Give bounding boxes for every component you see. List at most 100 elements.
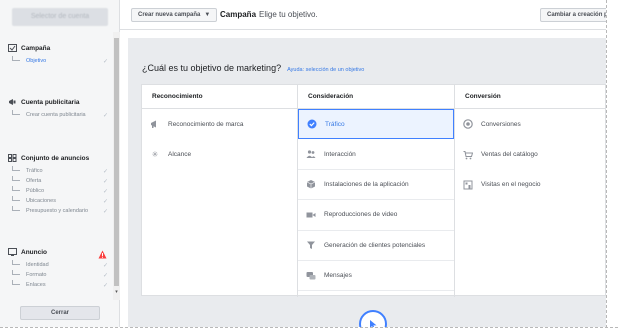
check-icon: ✓ (102, 189, 108, 195)
option-label: Reconocimiento de marca (168, 120, 244, 128)
column-header: Consideración (298, 85, 454, 109)
sidebar-item-label: Público (26, 188, 45, 194)
check-icon: ✓ (102, 209, 108, 215)
option-reach[interactable]: ✳ Alcance (142, 139, 297, 169)
close-button[interactable]: Cerrar (20, 306, 100, 320)
option-catalog-sales[interactable]: Ventas del catálogo (455, 139, 607, 169)
option-label: Reproducciones de video (324, 211, 398, 219)
sidebar-scrollbar[interactable]: ▾ (113, 32, 120, 300)
help-link[interactable]: Ayuda: selección de un objetivo (287, 67, 364, 73)
option-brand-awareness[interactable]: Reconocimiento de marca (142, 109, 297, 139)
option-lead-generation[interactable]: Generación de clientes potenciales (298, 231, 454, 261)
sidebar-item-create-ad-account[interactable]: Crear cuenta publicitaria ✓ (12, 110, 110, 120)
cart-icon (463, 150, 473, 160)
sidebar-section-title: Cuenta publicitaria (8, 96, 80, 108)
option-label: Conversiones (481, 120, 521, 128)
chat-icon (306, 271, 316, 281)
globe-icon (463, 119, 473, 129)
sidebar-item-label: Identidad (26, 262, 49, 268)
sidebar-item-label: Ubicaciones (26, 198, 56, 204)
sidebar-item-links[interactable]: Enlaces ✓ (12, 280, 110, 290)
video-icon (306, 210, 316, 220)
sidebar-item-placements[interactable]: Ubicaciones ✓ (12, 196, 110, 206)
warning-icon (98, 246, 107, 259)
sidebar-item-budget-schedule[interactable]: Presupuesto y calendario ✓ (12, 206, 110, 216)
sidebar-item-identity[interactable]: Identidad ✓ (12, 260, 110, 270)
tree-line (12, 196, 20, 201)
option-engagement[interactable]: Interacción (298, 139, 454, 170)
objective-question: ¿Cuál es tu objetivo de marketing? Ayuda… (142, 63, 364, 73)
sidebar-item-audience[interactable]: Público ✓ (12, 186, 110, 196)
sidebar-item-offer[interactable]: Oferta ✓ (12, 176, 110, 186)
snowflake-icon: ✳ (151, 150, 159, 160)
sidebar-item-label: Objetivo (26, 58, 47, 64)
check-icon: ✓ (102, 283, 108, 289)
column-conversion: Conversión Conversiones Ventas del catál… (455, 85, 607, 297)
tree-line (12, 270, 20, 275)
tree-line (12, 260, 20, 265)
option-label: Tráfico (325, 120, 345, 128)
objective-heading: ¿Cuál es tu objetivo de marketing? (142, 63, 282, 73)
sidebar-section-label: Anuncio (21, 248, 47, 256)
option-conversions[interactable]: Conversiones (455, 109, 607, 139)
check-icon: ✓ (102, 199, 108, 205)
page-title: Campaña Elige tu objetivo. (220, 10, 318, 19)
tree-line (12, 206, 20, 211)
column-header: Reconocimiento (142, 85, 297, 109)
megaphone-icon (8, 98, 17, 107)
box-icon (306, 179, 316, 189)
option-label: Ventas del catálogo (481, 151, 538, 159)
option-label: Interacción (324, 150, 356, 158)
torn-edge-right (606, 0, 618, 333)
create-campaign-label: Crear nueva campaña (138, 12, 201, 18)
option-traffic[interactable]: Tráfico (298, 109, 454, 140)
tree-line (12, 280, 20, 285)
grid-icon (8, 154, 17, 163)
tree-line (12, 176, 20, 181)
option-label: Mensajes (324, 272, 352, 280)
option-label: Alcance (168, 151, 192, 159)
objective-panel: ¿Cuál es tu objetivo de marketing? Ayuda… (128, 38, 607, 333)
column-header: Conversión (455, 85, 607, 109)
option-store-visits[interactable]: Visitas en el negocio (455, 170, 607, 200)
option-video-views[interactable]: Reproducciones de video (298, 200, 454, 231)
sidebar-item-label: Oferta (26, 178, 42, 184)
create-campaign-button[interactable]: Crear nueva campaña ▼ (131, 8, 218, 22)
sidebar-item-label: Presupuesto y calendario (26, 208, 89, 214)
sidebar-item-label: Formato (26, 272, 47, 278)
tree-line (12, 110, 20, 115)
column-awareness: Reconocimiento Reconocimiento de marca ✳… (142, 85, 298, 297)
torn-edge-bottom (0, 327, 618, 333)
sidebar-section-label: Campaña (21, 44, 51, 52)
sidebar-section-label: Conjunto de anuncios (21, 154, 90, 162)
scrollbar-thumb[interactable] (114, 38, 119, 286)
check-icon: ✓ (102, 179, 108, 185)
sidebar-item-objective[interactable]: Objetivo ✓ (12, 56, 110, 66)
sidebar-section-title: Conjunto de anuncios (8, 152, 89, 164)
account-selector[interactable]: Selector de cuenta (12, 8, 108, 26)
check-icon: ✓ (102, 59, 108, 65)
option-messages[interactable]: Mensajes (298, 261, 454, 292)
page-title-sub: Elige tu objetivo. (259, 10, 318, 19)
tree-line (12, 166, 20, 171)
check-circle-icon (307, 119, 317, 129)
sidebar-item-format[interactable]: Formato ✓ (12, 270, 110, 280)
option-app-installs[interactable]: Instalaciones de la aplicación (298, 170, 454, 201)
sidebar-nav: Campaña Objetivo ✓ Cuenta publicitaria C… (0, 32, 113, 300)
option-label: Instalaciones de la aplicación (324, 180, 409, 188)
caret-down-icon: ▼ (204, 12, 211, 18)
sidebar-item-label: Crear cuenta publicitaria (26, 112, 86, 118)
sidebar-section-title: Campaña (8, 42, 50, 54)
check-icon: ✓ (102, 273, 108, 279)
funnel-icon (306, 240, 316, 250)
sidebar-item-traffic[interactable]: Tráfico ✓ (12, 166, 110, 176)
column-consideration: Consideración Tráfico Interacción Instal… (298, 85, 455, 297)
scroll-down-icon[interactable]: ▾ (114, 290, 119, 295)
check-icon: ✓ (102, 169, 108, 175)
tree-line (12, 56, 20, 61)
sidebar: Selector de cuenta Campaña Objetivo ✓ Cu… (0, 0, 120, 327)
sidebar-item-label: Tráfico (26, 168, 43, 174)
option-label: Generación de clientes potenciales (324, 241, 426, 249)
page-title-bold: Campaña (220, 10, 257, 19)
tree-line (12, 186, 20, 191)
